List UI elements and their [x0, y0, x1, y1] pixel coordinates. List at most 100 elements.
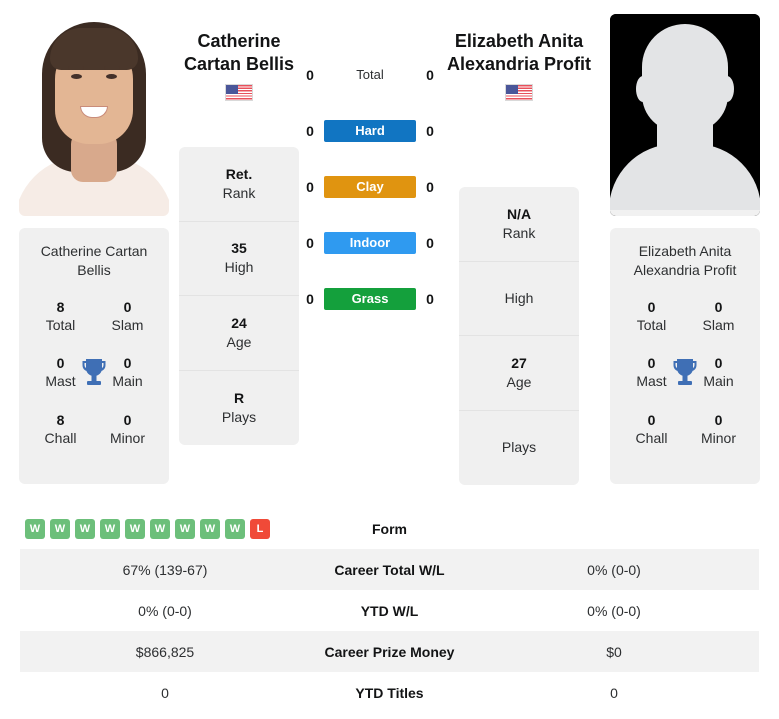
photo-eye-right	[106, 74, 117, 79]
left-value: 0	[161, 684, 169, 701]
right-titles-panel: Elizabeth Anita Alexandria Profit 0 Tota…	[610, 228, 760, 484]
surface-right-count: 0	[426, 235, 434, 251]
surface-right-count: 0	[426, 291, 434, 307]
right-player-name-line2: Alexandria Profit	[446, 54, 592, 75]
surface-badge-grass[interactable]: Grass	[324, 288, 416, 310]
trophy-icon	[673, 359, 697, 386]
table-row: $866,825 Career Prize Money $0	[20, 631, 759, 672]
silhouette-ear-right	[720, 76, 734, 102]
right-titles-minor: 0 Minor	[685, 411, 752, 447]
comparison-stats-table: WWWWWWWWWL Form 67% (139-67) Career Tota…	[20, 508, 759, 713]
surface-left-count: 0	[306, 67, 314, 83]
form-badge-w[interactable]: W	[225, 518, 245, 539]
left-high-cell: 35 High	[179, 222, 299, 296]
left-rank-value: Ret.	[225, 165, 253, 182]
left-player-name-line1: Catherine	[197, 31, 281, 51]
right-plays-cell: Plays	[459, 411, 579, 486]
player-comparison-page: Catherine Cartan Bellis Elizabeth Anita …	[0, 0, 779, 719]
surface-row-grass: 0 Grass 0	[303, 286, 437, 312]
player-photo	[19, 14, 169, 216]
photo-eye-left	[71, 74, 82, 79]
left-titles-panel: Catherine Cartan Bellis 8 Total 0 Slam 0…	[19, 228, 169, 484]
right-value: 0	[610, 684, 618, 701]
left-high-label: High	[224, 259, 254, 276]
photo-brow-left	[68, 66, 84, 70]
player-photo-placeholder	[610, 14, 760, 216]
label: Slam	[702, 316, 735, 333]
surface-badge-indoor[interactable]: Indoor	[324, 232, 416, 254]
left-titles-minor: 0 Minor	[94, 411, 161, 447]
photo-hair-top	[50, 28, 138, 70]
table-row: 67% (139-67) Career Total W/L 0% (0-0)	[20, 549, 759, 590]
table-row: 0 YTD Titles 0	[20, 672, 759, 713]
label: Total	[636, 316, 667, 333]
right-rank-panel: N/A Rank High 27 Age Plays	[459, 187, 579, 485]
label: Minor	[700, 429, 736, 446]
right-player-photo[interactable]	[610, 14, 760, 216]
surface-left-count: 0	[306, 235, 314, 251]
left-titles-slam: 0 Slam	[94, 298, 161, 334]
surface-right-count: 0	[426, 179, 434, 195]
left-high-value: 35	[231, 240, 247, 257]
value: 0	[647, 298, 656, 315]
left-player-name-line2: Cartan Bellis	[183, 54, 295, 75]
left-card-player-name: Catherine Cartan Bellis	[40, 243, 148, 278]
form-badge-w[interactable]: W	[25, 518, 45, 539]
surface-right-count: 0	[426, 123, 434, 139]
right-titles-total: 0 Total	[618, 298, 685, 334]
left-form-badges: WWWWWWWWWL	[20, 518, 310, 539]
surface-left-count: 0	[306, 291, 314, 307]
table-row-form: WWWWWWWWWL Form	[20, 508, 759, 549]
left-plays-value: R	[233, 389, 245, 406]
value: 0	[123, 298, 132, 315]
value: 8	[56, 298, 65, 315]
right-rank-cell: N/A Rank	[459, 187, 579, 262]
form-badge-w[interactable]: W	[50, 518, 70, 539]
label: Chall	[635, 429, 668, 446]
left-titles-grid: 8 Total 0 Slam 0 Mast 0 Main 8 Chall 0 M…	[27, 298, 161, 447]
form-badge-w[interactable]: W	[100, 518, 120, 539]
comparison-header: Catherine Cartan Bellis Elizabeth Anita …	[0, 0, 779, 495]
form-badge-w[interactable]: W	[175, 518, 195, 539]
form-badge-w[interactable]: W	[75, 518, 95, 539]
right-value: $0	[606, 643, 622, 660]
left-rank-label: Rank	[222, 184, 256, 201]
row-label: Career Total W/L	[334, 561, 445, 578]
right-age-cell: 27 Age	[459, 336, 579, 411]
row-label-form: Form	[372, 520, 407, 537]
surface-row-clay: 0 Clay 0	[303, 174, 437, 200]
row-label: YTD W/L	[360, 602, 419, 619]
trophy-icon	[82, 359, 106, 386]
surface-row-indoor: 0 Indoor 0	[303, 230, 437, 256]
surface-row-total: 0 Total 0	[303, 62, 437, 88]
right-high-cell: High	[459, 262, 579, 336]
left-player-photo[interactable]	[19, 14, 169, 216]
row-label: Career Prize Money	[324, 643, 455, 660]
form-badge-w[interactable]: W	[125, 518, 145, 539]
right-rank-value: N/A	[506, 205, 532, 222]
right-value: 0% (0-0)	[587, 561, 641, 578]
label: Chall	[44, 429, 77, 446]
surface-right-count: 0	[426, 67, 434, 83]
left-titles-chall: 8 Chall	[27, 411, 94, 447]
photo-brow-right	[104, 66, 120, 70]
surface-badge-clay[interactable]: Clay	[324, 176, 416, 198]
left-player-name[interactable]: Catherine Cartan Bellis	[154, 30, 324, 102]
form-badge-l[interactable]: L	[250, 518, 270, 539]
surface-badge-hard[interactable]: Hard	[324, 120, 416, 142]
left-rank-panel: Ret. Rank 35 High 24 Age R Plays	[179, 147, 299, 445]
form-badge-w[interactable]: W	[150, 518, 170, 539]
right-titles-chall: 0 Chall	[618, 411, 685, 447]
right-age-label: Age	[506, 373, 532, 390]
value: 0	[714, 298, 723, 315]
right-player-name[interactable]: Elizabeth Anita Alexandria Profit	[434, 30, 604, 102]
us-flag-icon	[225, 84, 253, 102]
value: 8	[56, 411, 65, 428]
left-plays-cell: R Plays	[179, 371, 299, 446]
left-age-value: 24	[231, 314, 247, 331]
form-badge-w[interactable]: W	[200, 518, 220, 539]
left-value: $866,825	[135, 643, 195, 660]
left-titles-total: 8 Total	[27, 298, 94, 334]
right-age-value: 27	[511, 354, 527, 371]
surface-left-count: 0	[306, 123, 314, 139]
